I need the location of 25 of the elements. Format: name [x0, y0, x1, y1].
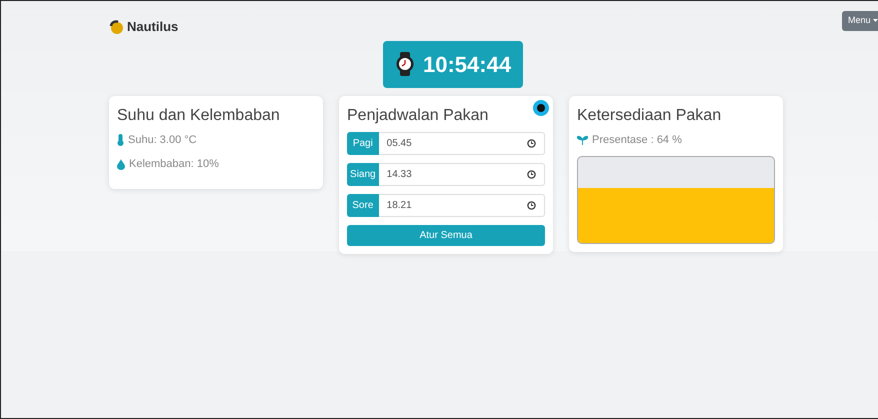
- logo-icon: [109, 20, 123, 34]
- clock-time: 10:54:44: [423, 50, 512, 78]
- time-field[interactable]: 05.45: [378, 132, 545, 154]
- slot-label: Pagi: [347, 132, 379, 154]
- brand-name[interactable]: Nautilus: [127, 17, 178, 36]
- temperature-reading: Suhu: 3.00 °C: [128, 132, 197, 148]
- slot-label: Sore: [347, 194, 379, 216]
- clock-icon: [527, 138, 536, 148]
- humidity-reading: Kelembaban: 10%: [129, 157, 219, 172]
- time-field[interactable]: 18.21: [378, 194, 545, 216]
- card-title: Suhu dan Kelembaban: [117, 106, 281, 126]
- card-title: Penjadwalan Pakan: [347, 106, 490, 126]
- time-field[interactable]: 14.33: [378, 162, 545, 186]
- thermometer-icon: [117, 134, 124, 146]
- card-title: Ketersediaan Pakan: [577, 106, 722, 126]
- menu-button[interactable]: Menu: [842, 11, 878, 30]
- status-dot-icon: [533, 100, 549, 116]
- slot-label: Siang: [347, 162, 379, 186]
- water-drop-icon: [117, 158, 125, 170]
- percentage-reading: Presentase : 64 %: [592, 132, 682, 148]
- clock-icon: [527, 200, 536, 210]
- caret-icon: [873, 18, 878, 23]
- sprout-icon: [577, 134, 588, 145]
- watch-icon: [395, 52, 415, 76]
- clock-icon: [527, 170, 536, 178]
